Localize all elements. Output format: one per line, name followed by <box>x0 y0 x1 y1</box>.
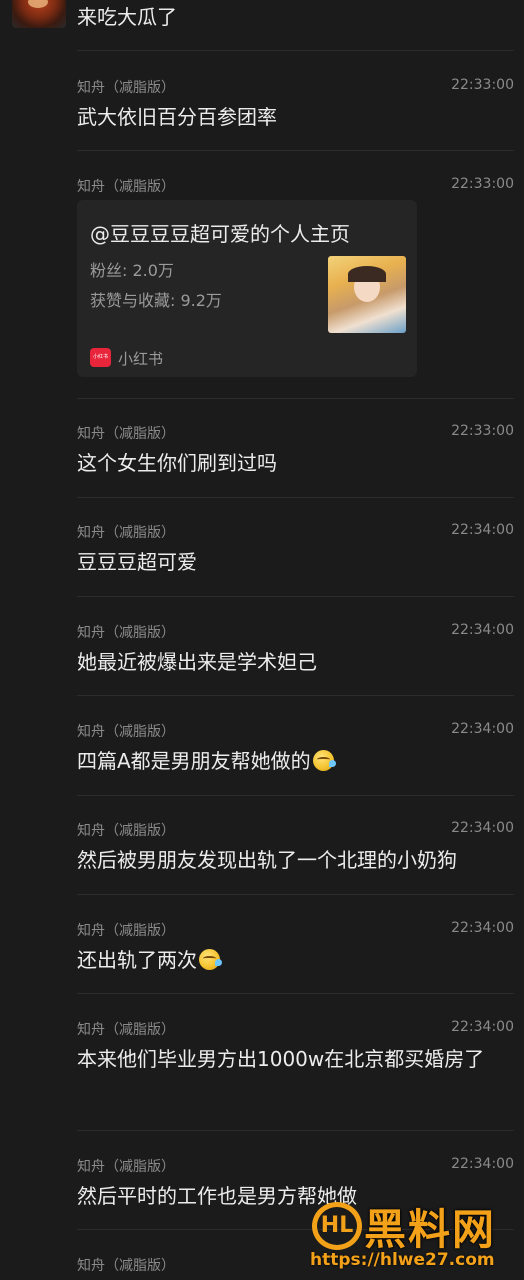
message-time: 22:34:00 <box>451 522 514 538</box>
message-time: 22:34:00 <box>451 920 514 936</box>
sender-name: 知舟（减脂版） <box>77 923 175 939</box>
message-text: 还出轨了两次 <box>77 948 197 972</box>
sender-name: 知舟（减脂版） <box>77 625 175 641</box>
sender-name: 知舟（减脂版） <box>77 80 175 96</box>
sender-name: 知舟（减脂版） <box>77 179 175 195</box>
message-partial-top[interactable]: 来吃大瓜了 <box>0 0 524 50</box>
card-fans: 粉丝: 2.0万 <box>90 261 174 280</box>
sender-name: 知舟（减脂版） <box>77 1258 175 1274</box>
message-time: 22:34:00 <box>451 1019 514 1035</box>
sender-name: 知舟（减脂版） <box>77 426 175 442</box>
watermark-logo-icon: HL <box>312 1202 362 1250</box>
message-text: 她最近被爆出来是学术妲己 <box>77 650 317 674</box>
message-text: 本来他们毕业男方出1000w在北京都买婚房了 <box>77 1047 485 1071</box>
sender-name: 知舟（减脂版） <box>77 525 175 541</box>
card-app-name: 小红书 <box>118 350 164 368</box>
chat-screen: 来吃大瓜了 知舟（减脂版） 22:33:00 武大依旧百分百参团率 知舟（减脂版… <box>0 0 524 1280</box>
message-time: 22:34:00 <box>451 1156 514 1172</box>
profile-thumbnail <box>328 256 406 333</box>
card-likes: 获赞与收藏: 9.2万 <box>90 291 222 310</box>
message-divider <box>77 50 514 51</box>
watermark-url: https://hlwe27.com <box>310 1250 495 1270</box>
message-text: 豆豆豆超可爱 <box>77 550 197 574</box>
message-time: 22:33:00 <box>451 176 514 192</box>
message-time: 22:34:00 <box>451 622 514 638</box>
sender-name: 知舟（减脂版） <box>77 1022 175 1038</box>
message-divider <box>77 596 514 597</box>
message-time: 22:34:00 <box>451 721 514 737</box>
sender-name: 知舟（减脂版） <box>77 724 175 740</box>
message-divider <box>77 398 514 399</box>
message-divider <box>77 993 514 994</box>
message-divider <box>77 497 514 498</box>
watermark: HL 黑料网 https://hlwe27.com <box>300 1196 524 1280</box>
message-time: 22:34:00 <box>451 820 514 836</box>
sender-name: 知舟（减脂版） <box>77 1159 175 1175</box>
message-text: 然后被男朋友发现出轨了一个北理的小奶狗 <box>77 848 457 872</box>
message-time: 22:33:00 <box>451 77 514 93</box>
crying-laughing-emoji-icon <box>312 750 336 771</box>
crying-laughing-emoji-icon <box>199 949 222 970</box>
message-text: 四篇A都是男朋友帮她做的 <box>77 749 311 773</box>
profile-share-card[interactable]: @豆豆豆豆超可爱的个人主页 粉丝: 2.0万 获赞与收藏: 9.2万 小红书 小… <box>77 200 417 377</box>
sender-name: 知舟（减脂版） <box>77 823 175 839</box>
message-time: 22:33:00 <box>451 423 514 439</box>
message-divider <box>77 894 514 895</box>
message-divider <box>77 150 514 151</box>
message-body: 还出轨了两次 <box>77 945 507 976</box>
message-divider <box>77 695 514 696</box>
message-body: 四篇A都是男朋友帮她做的 <box>77 746 507 777</box>
avatar[interactable] <box>12 0 66 28</box>
watermark-name: 黑料网 <box>364 1205 497 1254</box>
message-divider <box>77 1130 514 1131</box>
xiaohongshu-logo: 小红书 <box>90 348 111 367</box>
message-divider <box>77 795 514 796</box>
card-title: @豆豆豆豆超可爱的个人主页 <box>90 222 350 246</box>
message-text: 来吃大瓜了 <box>77 5 177 29</box>
message-text: 这个女生你们刷到过吗 <box>77 451 277 475</box>
message-text: 武大依旧百分百参团率 <box>77 105 277 129</box>
